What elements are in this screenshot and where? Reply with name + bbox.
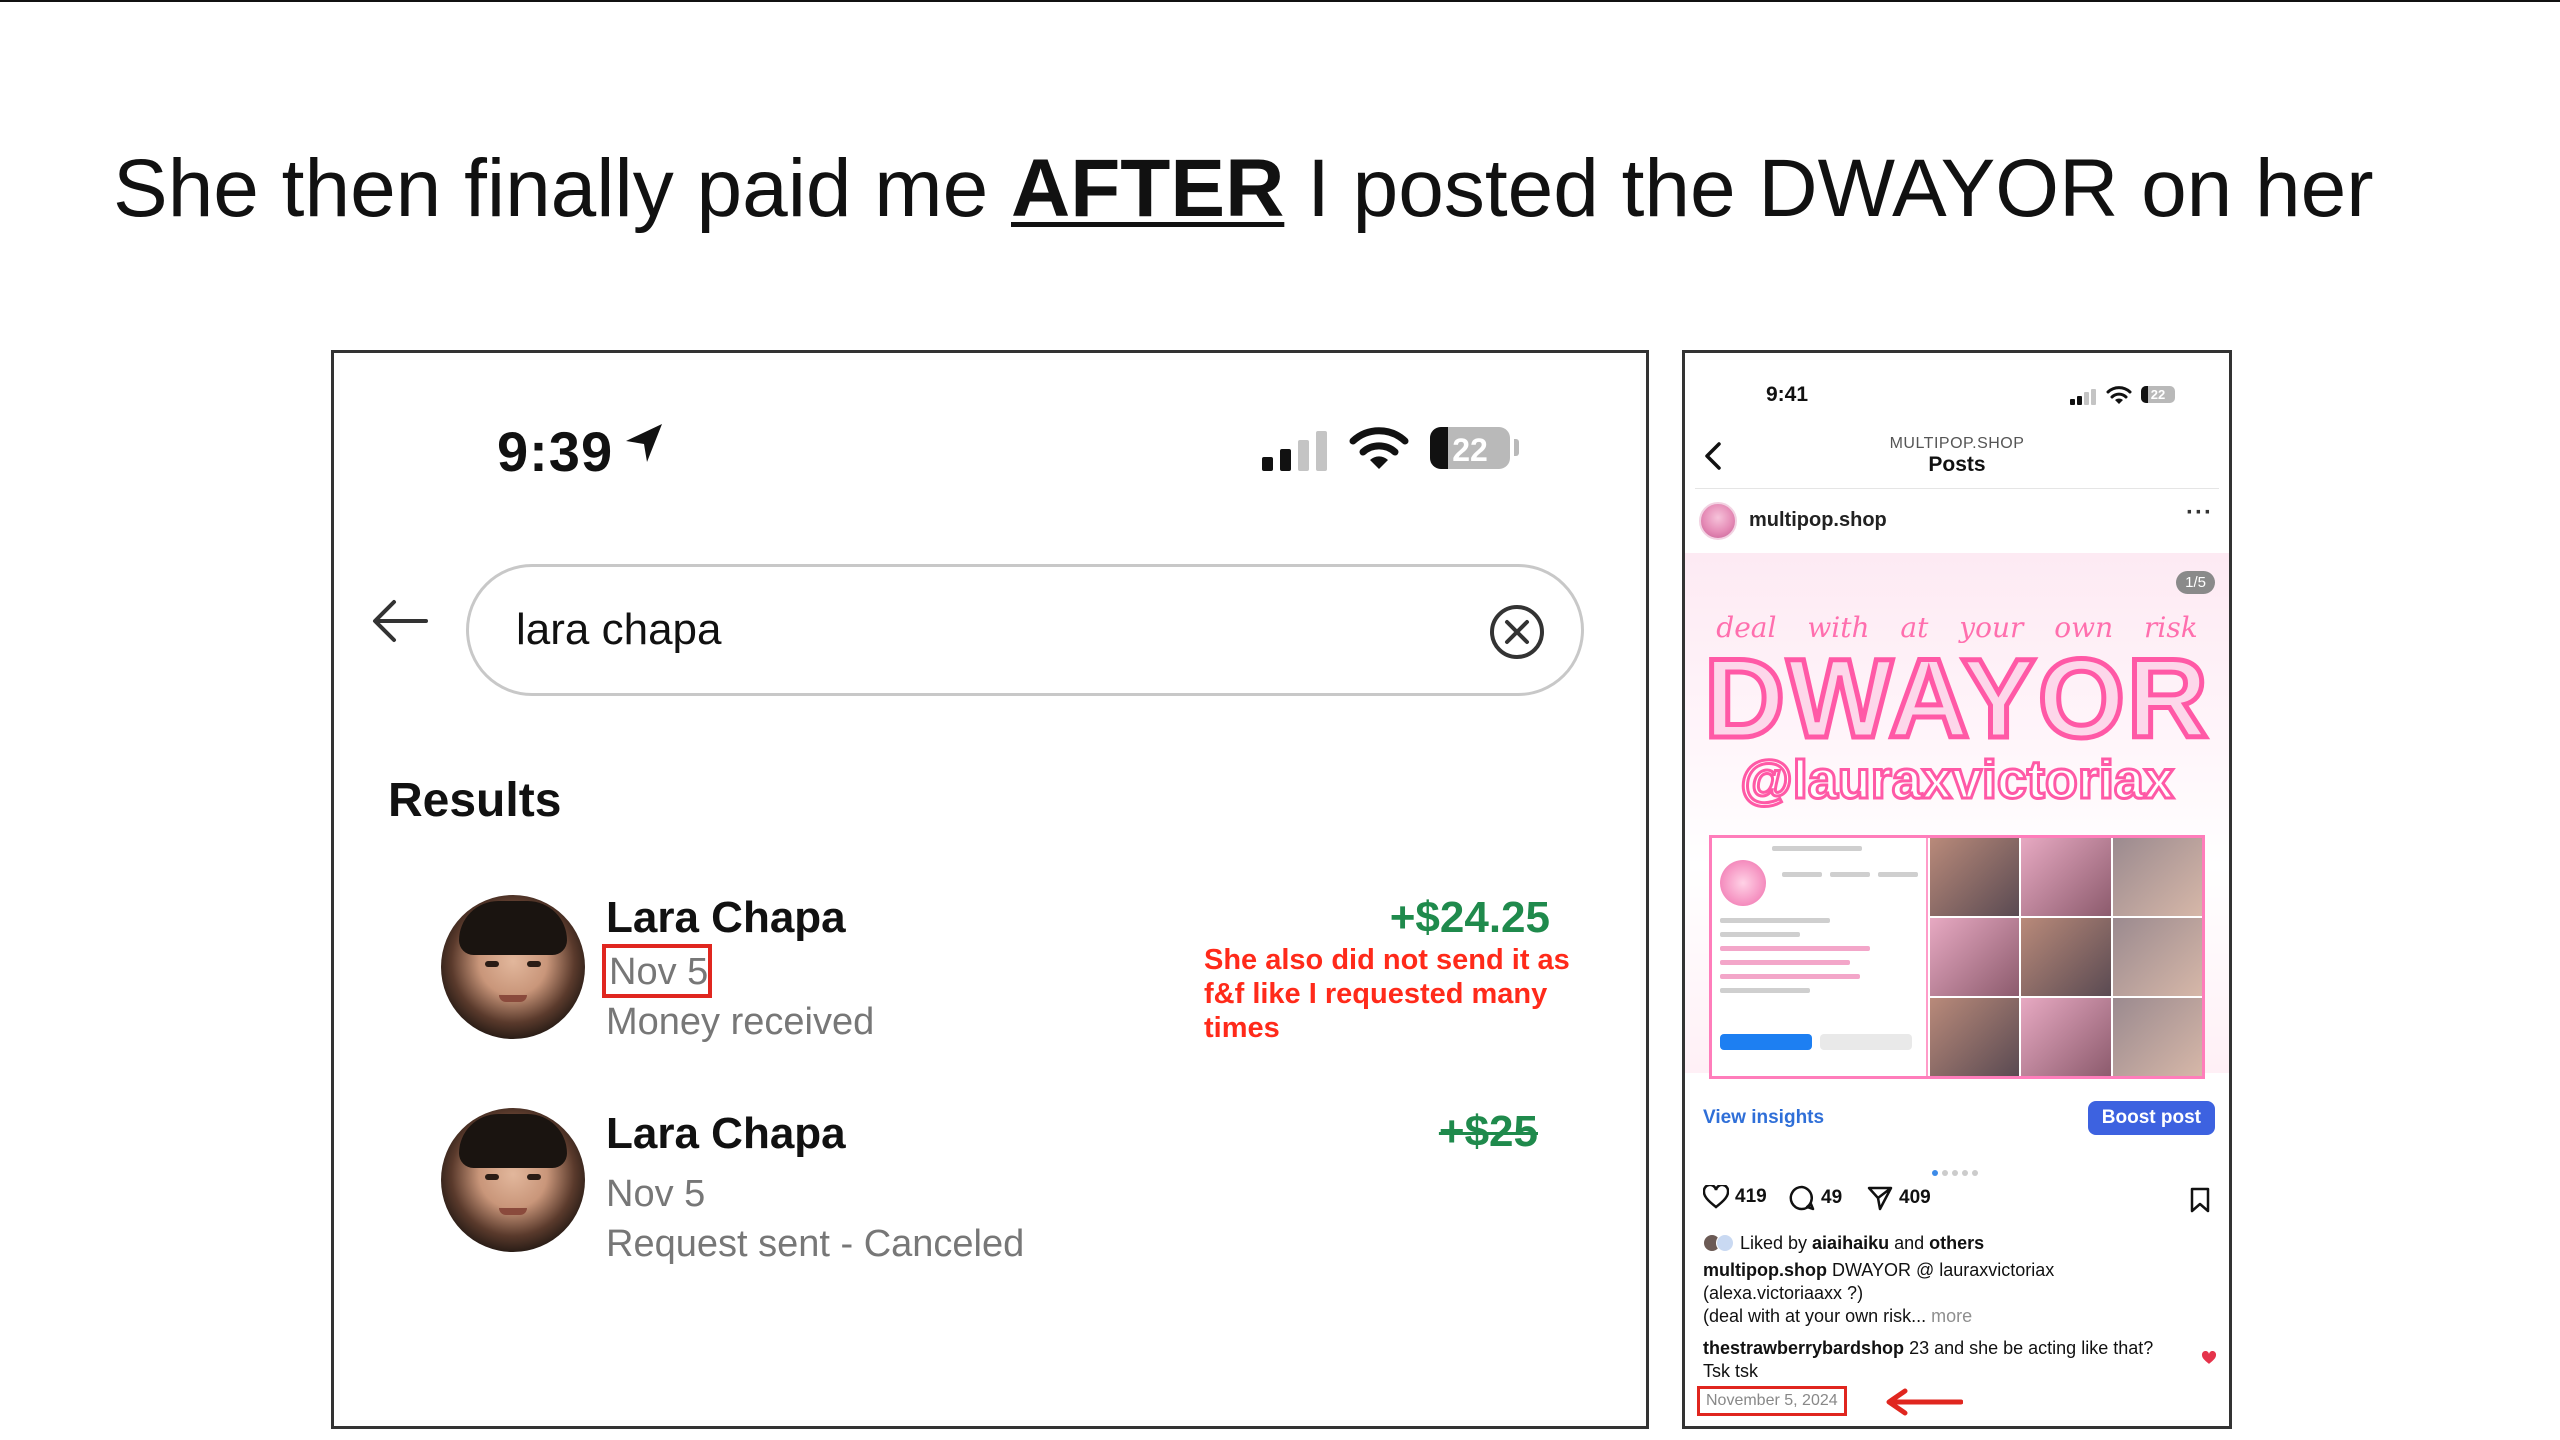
battery-icon: 22 <box>1430 427 1510 469</box>
clear-search-icon[interactable] <box>1488 603 1546 661</box>
annotation-note: She also did not send it as f&f like I r… <box>1204 944 1570 1044</box>
liked-by-prefix: Liked by <box>1740 1233 1813 1253</box>
heart-icon[interactable] <box>1703 1185 1729 1209</box>
headline-text-end: I posted the DWAYOR on her <box>1284 143 2374 234</box>
liker-avatar <box>1716 1234 1734 1252</box>
more-options-icon[interactable]: ··· <box>2186 499 2213 527</box>
comment-user[interactable]: thestrawberrybardshop <box>1703 1338 1904 1358</box>
bookmark-icon[interactable] <box>2189 1187 2211 1213</box>
carousel-pager: 1/5 <box>2176 571 2215 594</box>
status-time: 9:41 <box>1766 383 1809 406</box>
avatar[interactable] <box>441 1108 585 1252</box>
avatar[interactable] <box>441 895 585 1039</box>
post-handle-graphic: @lauraxvictoriax <box>1739 750 2176 810</box>
transaction-name[interactable]: Lara Chapa <box>606 1109 846 1159</box>
send-icon[interactable] <box>1867 1185 1893 1211</box>
location-arrow-icon <box>626 424 662 462</box>
back-arrow-icon[interactable] <box>370 597 430 645</box>
share-count: 409 <box>1899 1187 1931 1208</box>
carousel-dots <box>1930 1163 1980 1181</box>
like-action[interactable]: 419 <box>1703 1185 1767 1209</box>
transaction-date: Nov 5 <box>606 1173 706 1215</box>
header-title: Posts <box>1928 453 1986 476</box>
liked-by-user[interactable]: aiaihaiku <box>1812 1233 1889 1253</box>
liked-by-others[interactable]: others <box>1929 1233 1984 1253</box>
transaction-status: Money received <box>606 1001 875 1043</box>
status-time: 9:39 <box>497 420 614 483</box>
post-author[interactable]: multipop.shop <box>1749 509 1887 532</box>
comment-like-heart-icon[interactable] <box>2201 1351 2217 1365</box>
caption-more-link[interactable]: more <box>1926 1306 1972 1326</box>
red-pointer-arrow <box>1886 1388 1963 1416</box>
battery-percent: 22 <box>2150 387 2166 402</box>
comment-bubble-icon[interactable] <box>1789 1185 1815 1211</box>
like-count: 419 <box>1735 1186 1767 1207</box>
header-divider <box>1695 488 2219 489</box>
caption-user[interactable]: multipop.shop <box>1703 1260 1827 1280</box>
post-date: November 5, 2024 <box>1697 1386 1847 1416</box>
cellular-signal-icon <box>1262 431 1327 471</box>
share-action[interactable]: 409 <box>1867 1185 1931 1211</box>
transaction-amount-canceled: +$25 <box>1438 1107 1538 1156</box>
transaction-status: Request sent - Canceled <box>606 1223 1025 1265</box>
transaction-amount: +$24.25 <box>1389 893 1550 942</box>
comment-action[interactable]: 49 <box>1789 1185 1842 1211</box>
headline-text-start: She then finally paid me <box>113 143 1011 234</box>
liked-by-line[interactable]: Liked by aiaihaiku and others <box>1703 1233 1984 1254</box>
header-account: MULTIPOP.SHOP <box>1889 435 2025 452</box>
results-heading: Results <box>388 774 562 827</box>
date-highlight-box <box>602 944 712 998</box>
caption-line: (alexa.victoriaaxx ?) <box>1703 1283 1864 1303</box>
headline-emphasis: AFTER <box>1011 143 1285 234</box>
profile-mockup <box>1712 838 1928 1076</box>
comment-count: 49 <box>1821 1187 1843 1208</box>
battery-icon: 22 <box>2141 386 2175 403</box>
profile-screenshot-collage <box>1709 835 2205 1079</box>
slide-headline: She then finally paid me AFTER I posted … <box>113 148 2374 230</box>
post-image[interactable]: 1/5 deal with at your own risk DWAYOR @l… <box>1685 553 2229 1079</box>
wifi-icon <box>2106 386 2132 404</box>
top-rule <box>0 0 2560 2</box>
top-comment: thestrawberrybardshop 23 and she be acti… <box>1703 1337 2183 1383</box>
instagram-post-screenshot: 9:41 22 MULTIPOP.SHOP Posts multipop.sho… <box>1682 350 2232 1429</box>
author-avatar[interactable] <box>1699 502 1737 540</box>
photo-grid-mockup <box>1930 838 2202 1076</box>
post-caption: multipop.shop DWAYOR @ lauraxvictoriax (… <box>1703 1259 2203 1328</box>
battery-percent: 22 <box>1452 432 1488 468</box>
search-query[interactable]: lara chapa <box>516 605 721 655</box>
caption-line: (deal with at your own risk... <box>1703 1306 1927 1326</box>
battery-tip <box>1514 439 1519 456</box>
view-insights-link[interactable]: View insights <box>1703 1107 1824 1129</box>
caption-line: DWAYOR @ lauraxvictoriax <box>1826 1260 2055 1280</box>
search-input[interactable]: lara chapa <box>466 564 1584 696</box>
liked-by-and: and <box>1889 1233 1930 1253</box>
post-title-graphic: DWAYOR <box>1702 636 2211 761</box>
payment-app-screenshot: 9:39 22 lara chapa Results Lara Chapa No… <box>331 350 1649 1429</box>
boost-post-button[interactable]: Boost post <box>2087 1101 2215 1135</box>
wifi-icon <box>1349 427 1409 469</box>
cellular-signal-icon <box>2070 389 2096 405</box>
transaction-name[interactable]: Lara Chapa <box>606 893 846 943</box>
